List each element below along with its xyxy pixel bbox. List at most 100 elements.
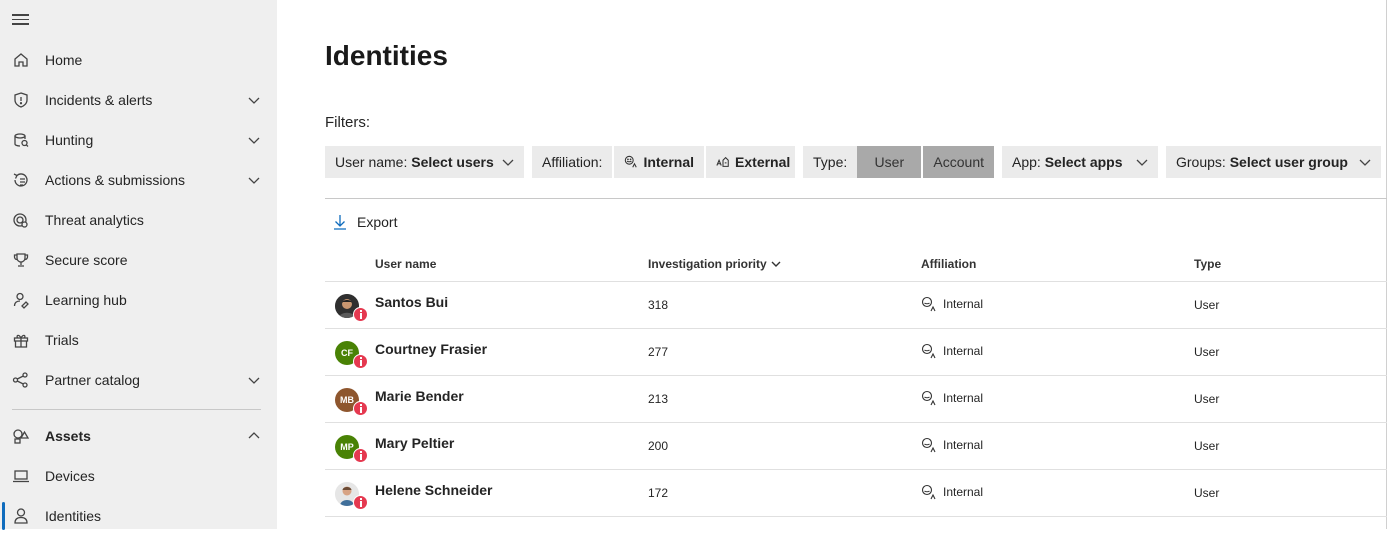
affiliation-value: Internal [943,438,984,452]
threat-analytics-icon [12,211,30,229]
export-button[interactable]: Export [333,212,397,232]
column-header-type[interactable]: Type [1194,257,1221,271]
assets-icon [12,427,30,445]
chevron-up-icon[interactable] [248,430,260,442]
type-filter-label: Type: [813,154,848,170]
internal-affiliation-icon [921,296,936,312]
trophy-icon [12,251,30,269]
table-row[interactable]: MB Marie Bender 213 Internal User [325,376,1387,423]
sidebar-item-label: Devices [45,468,95,484]
internal-affiliation-icon [625,155,638,168]
user-name-filter[interactable]: User name: Select users [325,146,524,178]
chevron-down-icon[interactable] [248,174,260,186]
internal-affiliation-icon [921,390,936,406]
sidebar-item-trials[interactable]: Trials [0,320,277,360]
affiliation-internal-toggle[interactable]: Internal [612,146,704,178]
left-navigation: Home Incidents & alerts Hunting Actions … [0,0,277,530]
sidebar-item-secure-score[interactable]: Secure score [0,240,277,280]
table-row[interactable]: MP Mary Peltier 200 Internal User [325,423,1387,470]
sidebar-item-incidents[interactable]: Incidents & alerts [0,80,277,120]
filters-label: Filters: [325,114,370,131]
risk-badge-icon [353,354,368,369]
user-name[interactable]: Helene Schneider [375,482,493,498]
page-title: Identities [325,40,448,71]
groups-filter[interactable]: Groups: Select user group [1166,146,1381,178]
column-header-user-name[interactable]: User name [375,257,436,271]
sidebar-item-label: Learning hub [45,292,127,308]
chevron-down-icon [502,159,514,166]
chevron-down-icon[interactable] [248,94,260,106]
affiliation-filter-label: Affiliation: [542,154,603,170]
type-value: User [1194,486,1220,500]
risk-badge-icon [353,401,368,416]
type-account-toggle[interactable]: Account [921,146,994,178]
groups-filter-label: Groups: [1176,154,1226,170]
investigation-priority: 213 [648,392,669,406]
divider [325,198,1387,199]
nav-list: Home Incidents & alerts Hunting Actions … [0,40,277,536]
user-name[interactable]: Marie Bender [375,388,464,404]
avatar-initials: MB [340,395,354,405]
internal-affiliation-icon [921,343,936,359]
hamburger-menu-icon[interactable] [12,11,30,29]
sidebar-item-home[interactable]: Home [0,40,277,80]
type-user-toggle[interactable]: User [857,146,922,178]
investigation-priority: 172 [648,486,669,500]
sidebar-item-label: Trials [45,332,79,348]
affiliation-cell: Internal [921,390,983,406]
sidebar-item-partner-catalog[interactable]: Partner catalog [0,360,277,400]
user-name[interactable]: Courtney Frasier [375,341,487,357]
column-header-affiliation[interactable]: Affiliation [921,257,976,271]
user-name-filter-value: Select users [411,154,494,170]
learning-icon [12,291,30,309]
main-content: Identities Filters: User name: Select us… [277,0,1387,529]
sidebar-item-label: Actions & submissions [45,172,186,188]
affiliation-filter: Affiliation: Internal External [532,146,795,178]
sidebar-item-learning-hub[interactable]: Learning hub [0,280,277,320]
chevron-down-icon[interactable] [248,134,260,146]
investigation-priority: 200 [648,439,669,453]
table-row[interactable]: Santos Bui 318 Internal User [325,282,1387,329]
chevron-down-icon [1359,159,1371,166]
affiliation-value: Internal [943,485,984,499]
user-name[interactable]: Mary Peltier [375,435,454,451]
internal-affiliation-icon [921,437,936,453]
groups-filter-value: Select user group [1229,154,1348,170]
person-icon [12,507,30,525]
affiliation-cell: Internal [921,437,983,453]
table-row[interactable]: CF Courtney Frasier 277 Internal User [325,329,1387,376]
sidebar-item-label: Identities [45,508,102,524]
affiliation-external-toggle[interactable]: External [704,146,800,178]
affiliation-cell: Internal [921,296,983,312]
table-header: User name Investigation priority Affilia… [325,246,1387,282]
avatar-initials: CF [341,348,353,358]
home-icon [12,51,30,69]
sidebar-item-assets[interactable]: Assets [0,416,277,456]
investigation-priority: 277 [648,345,669,359]
sort-descending-icon [771,261,781,267]
column-header-priority[interactable]: Investigation priority [648,257,781,271]
type-value: User [1194,439,1220,453]
chevron-down-icon [1136,159,1148,166]
type-value: User [1194,392,1220,406]
chevron-down-icon[interactable] [248,374,260,386]
shield-icon [12,91,30,109]
download-icon [334,215,346,230]
type-filter: Type: User Account [803,146,994,178]
sidebar-item-identities[interactable]: Identities [0,496,277,536]
identities-table: User name Investigation priority Affilia… [325,246,1387,517]
affiliation-value: Internal [943,297,984,311]
sidebar-item-devices[interactable]: Devices [0,456,277,496]
sidebar-item-threat-analytics[interactable]: Threat analytics [0,200,277,240]
app-filter-value: Select apps [1044,154,1123,170]
user-name[interactable]: Santos Bui [375,294,448,310]
external-affiliation-icon [716,156,729,167]
affiliation-internal-label: Internal [643,154,695,170]
app-filter-label: App: [1012,154,1041,170]
sidebar-item-hunting[interactable]: Hunting [0,120,277,160]
sidebar-item-actions[interactable]: Actions & submissions [0,160,277,200]
gift-icon [12,331,30,349]
app-filter[interactable]: App: Select apps [1002,146,1158,178]
hunting-icon [12,131,30,149]
table-row[interactable]: Helene Schneider 172 Internal User [325,470,1387,517]
